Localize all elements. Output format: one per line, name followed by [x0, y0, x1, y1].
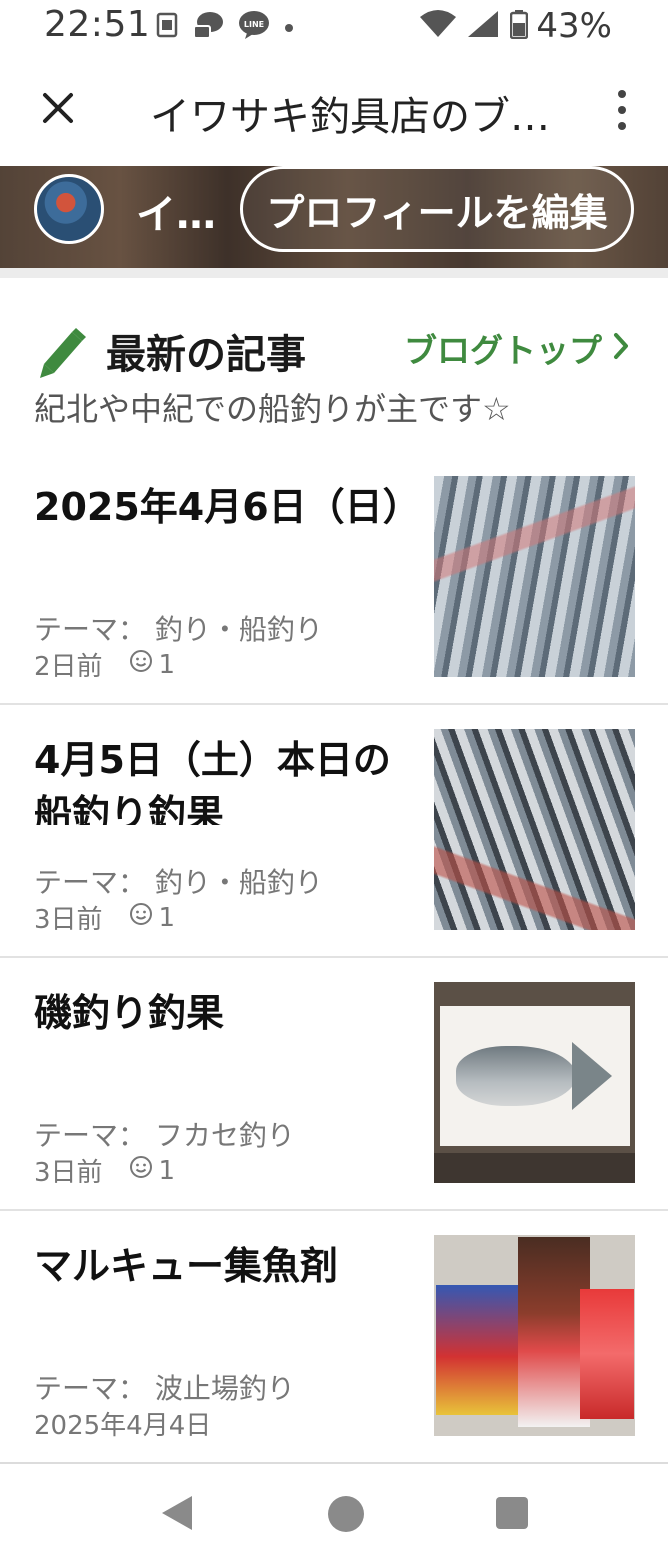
sim-card-icon — [156, 12, 178, 42]
smile-icon — [129, 1155, 153, 1186]
article-title[interactable]: 2025年4月6日（日） — [34, 480, 404, 572]
article-title[interactable]: 磯釣り釣果 — [34, 986, 404, 1078]
article-meta: 3日前 1 — [34, 899, 175, 936]
dot-icon — [284, 18, 294, 37]
chat-bubble-icon — [192, 10, 224, 44]
app-bar: イワサキ釣具店のブ… — [0, 56, 668, 164]
status-icons-right: 43% — [418, 6, 612, 46]
article-thumbnail[interactable] — [434, 982, 635, 1183]
article-date: 2025年4月4日 — [34, 1411, 212, 1441]
battery-icon — [510, 9, 529, 43]
avatar[interactable] — [34, 174, 104, 244]
line-app-icon: LINE — [238, 10, 270, 44]
status-bar: 22:51 LINE 43% — [0, 0, 668, 52]
article-thumbnail[interactable] — [434, 729, 635, 930]
article-title[interactable]: 4月5日（土）本日の船釣り釣果 — [34, 733, 404, 825]
article-title[interactable]: マルキュー集魚剤 — [34, 1239, 404, 1331]
article-theme: テーマ： 波止場釣り — [34, 1372, 295, 1405]
article-date: 3日前 — [34, 905, 103, 935]
edit-profile-button[interactable]: プロフィールを編集 — [240, 166, 634, 252]
article-list: 2025年4月6日（日） テーマ： 釣り・船釣り 2日前 1 4月5日（土）本日… — [0, 452, 668, 1464]
divider — [0, 268, 668, 278]
like-count-value: 1 — [158, 902, 176, 933]
profile-banner: イ… プロフィールを編集 — [0, 166, 668, 268]
system-nav-bar — [0, 1462, 668, 1561]
article-thumbnail[interactable] — [434, 1235, 635, 1436]
article-theme: テーマ： フカセ釣り — [34, 1119, 295, 1152]
recents-square-icon[interactable] — [496, 1497, 528, 1529]
smile-icon — [129, 649, 153, 680]
close-icon — [41, 91, 75, 129]
like-count: 1 — [129, 649, 176, 680]
article-theme: テーマ： 釣り・船釣り — [34, 613, 323, 646]
signal-icon — [466, 9, 502, 43]
article-meta: 2025年4月4日 — [34, 1405, 211, 1442]
back-triangle-icon[interactable] — [160, 1494, 194, 1536]
like-count: 1 — [129, 1155, 176, 1186]
article-date: 2日前 — [34, 652, 103, 682]
svg-text:LINE: LINE — [244, 20, 264, 29]
like-count: 1 — [129, 902, 176, 933]
article-thumbnail[interactable] — [434, 476, 635, 677]
close-button[interactable] — [28, 80, 88, 140]
status-time: 22:51 — [44, 4, 151, 45]
article-date: 3日前 — [34, 1158, 103, 1188]
page-title: イワサキ釣具店のブ… — [150, 94, 550, 140]
profile-name[interactable]: イ… — [136, 182, 216, 240]
status-icons-left: LINE — [156, 10, 294, 44]
pencil-icon — [36, 324, 88, 380]
section-title: 最新の記事 — [106, 332, 306, 378]
wifi-icon — [418, 9, 458, 43]
more-options-button[interactable] — [602, 80, 642, 140]
battery-percent: 43% — [536, 6, 612, 46]
article-item[interactable]: マルキュー集魚剤 テーマ： 波止場釣り 2025年4月4日 — [0, 1211, 668, 1464]
chevron-right-icon — [612, 329, 630, 368]
latest-articles-header: 最新の記事 ブログトップ 紀北や中紀での船釣りが主です☆ — [0, 300, 668, 440]
like-count-value: 1 — [158, 649, 176, 680]
article-item[interactable]: 磯釣り釣果 テーマ： フカセ釣り 3日前 1 — [0, 958, 668, 1211]
article-theme: テーマ： 釣り・船釣り — [34, 866, 323, 899]
article-meta: 3日前 1 — [34, 1152, 175, 1189]
article-item[interactable]: 4月5日（土）本日の船釣り釣果 テーマ： 釣り・船釣り 3日前 1 — [0, 705, 668, 958]
blog-top-link[interactable]: ブログトップ — [404, 324, 630, 372]
section-description: 紀北や中紀での船釣りが主です☆ — [34, 390, 511, 428]
home-circle-icon[interactable] — [328, 1496, 364, 1532]
article-meta: 2日前 1 — [34, 646, 175, 683]
article-item[interactable]: 2025年4月6日（日） テーマ： 釣り・船釣り 2日前 1 — [0, 452, 668, 705]
like-count-value: 1 — [158, 1155, 176, 1186]
more-vertical-icon — [618, 90, 626, 98]
blog-top-label: ブログトップ — [404, 331, 602, 370]
smile-icon — [129, 902, 153, 933]
